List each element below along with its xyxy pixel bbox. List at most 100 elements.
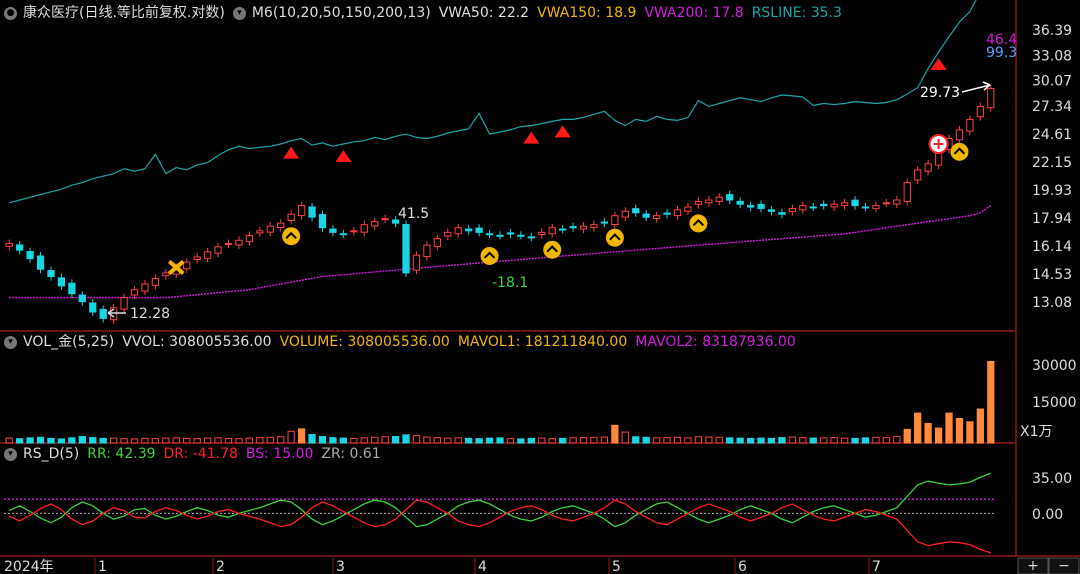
candle-body bbox=[527, 236, 535, 239]
date-label: 1 bbox=[98, 559, 107, 574]
volume-bar bbox=[559, 437, 567, 444]
volume-bar bbox=[203, 437, 212, 444]
buy-signal-icon bbox=[605, 228, 624, 247]
candle-body bbox=[475, 227, 483, 233]
candle-body bbox=[579, 225, 588, 230]
candle-body bbox=[120, 297, 128, 310]
candle-body bbox=[966, 118, 974, 132]
volume-bar bbox=[642, 436, 650, 444]
volume-bar bbox=[235, 438, 243, 444]
candle-body bbox=[485, 233, 494, 236]
stock-chart[interactable]: 36.39 33.08 30.07 27.34 24.61 22.15 19.93 17.94… bbox=[0, 0, 1080, 574]
candle-body bbox=[329, 228, 337, 233]
candle-body bbox=[412, 254, 421, 271]
candle-body bbox=[381, 218, 389, 221]
candle-body bbox=[496, 234, 504, 237]
volume-bar bbox=[78, 435, 86, 444]
candle-body bbox=[339, 233, 348, 236]
candle-body bbox=[861, 206, 870, 209]
volume-bar bbox=[799, 437, 807, 444]
candle-body bbox=[872, 205, 880, 209]
volume-bar bbox=[454, 437, 462, 444]
price-tick-label: 19.93 bbox=[1032, 183, 1072, 199]
candle-body bbox=[903, 182, 911, 202]
volume-bar bbox=[579, 437, 588, 444]
candle-body bbox=[736, 200, 744, 205]
volume-bar bbox=[914, 412, 922, 444]
volume-bar bbox=[861, 437, 870, 444]
dr-line bbox=[8, 499, 992, 554]
candle-body bbox=[652, 215, 661, 220]
buy-signal-icon bbox=[950, 142, 969, 161]
moving-average-lines bbox=[9, 0, 992, 299]
candle-body bbox=[559, 228, 567, 231]
volume-bar bbox=[16, 438, 24, 444]
candle-body bbox=[371, 221, 379, 227]
volume-bar bbox=[224, 437, 233, 444]
volume-bar bbox=[329, 437, 337, 444]
panel-dividers bbox=[0, 0, 1080, 557]
candle-body bbox=[767, 209, 776, 212]
volume-bar bbox=[423, 436, 431, 444]
volume-bar bbox=[412, 435, 421, 444]
candle-body bbox=[882, 202, 890, 205]
volume-bars bbox=[5, 360, 995, 444]
candle-body bbox=[297, 205, 306, 217]
volume-bar bbox=[57, 438, 66, 444]
warning-triangle-icon bbox=[335, 150, 352, 163]
volume-bar bbox=[68, 437, 76, 444]
volume-bar bbox=[360, 437, 368, 444]
volume-bar bbox=[778, 437, 786, 444]
volume-bar bbox=[851, 437, 859, 444]
volume-bar bbox=[600, 436, 609, 444]
candle-body bbox=[621, 210, 629, 218]
candle-body bbox=[976, 105, 984, 118]
warning-triangle-icon bbox=[523, 131, 540, 144]
candle-body bbox=[235, 239, 243, 246]
volume-bar bbox=[266, 436, 274, 444]
candle-body bbox=[694, 200, 703, 205]
candle-body bbox=[433, 238, 441, 248]
candle-body bbox=[141, 283, 149, 292]
volume-bar bbox=[151, 438, 160, 444]
volume-bar bbox=[391, 435, 400, 444]
volume-bar bbox=[830, 437, 838, 444]
price-tick-label: 16.14 bbox=[1032, 239, 1072, 255]
candle-body bbox=[245, 235, 254, 243]
volume-unit-label: X1万 bbox=[1020, 424, 1053, 440]
candle-body bbox=[89, 302, 97, 313]
candle-body bbox=[183, 261, 191, 270]
candle-body bbox=[705, 199, 713, 204]
volume-bar bbox=[465, 437, 473, 444]
candle-body bbox=[36, 255, 45, 270]
candle-body bbox=[360, 224, 368, 233]
volume-bar bbox=[966, 421, 974, 444]
volume-bar bbox=[308, 434, 316, 444]
volume-bar bbox=[882, 437, 890, 444]
volume-bar bbox=[89, 437, 97, 444]
rr-line bbox=[8, 472, 992, 528]
volume-bar bbox=[705, 436, 713, 444]
candle-body bbox=[893, 199, 901, 205]
candle-body bbox=[746, 205, 755, 208]
volume-bar bbox=[726, 437, 734, 444]
candle-body bbox=[924, 163, 932, 172]
volume-bar bbox=[475, 438, 483, 444]
buy-signal-icon bbox=[543, 240, 562, 259]
last-price-arrow-icon bbox=[961, 81, 991, 93]
candle-body bbox=[506, 232, 515, 235]
candle-body bbox=[757, 203, 765, 209]
volume-bar bbox=[318, 435, 327, 444]
candle-body bbox=[955, 129, 964, 141]
volume-bar bbox=[433, 437, 441, 444]
volume-bar bbox=[485, 437, 494, 444]
candle-body bbox=[5, 243, 13, 247]
buy-signal-icon bbox=[282, 227, 301, 246]
candle-body bbox=[26, 250, 34, 260]
volume-bar bbox=[987, 360, 995, 444]
candle-body bbox=[287, 213, 295, 222]
volume-bar bbox=[715, 436, 723, 444]
candle-body bbox=[308, 206, 316, 218]
candle-body bbox=[914, 169, 922, 181]
candle-body bbox=[277, 222, 285, 229]
